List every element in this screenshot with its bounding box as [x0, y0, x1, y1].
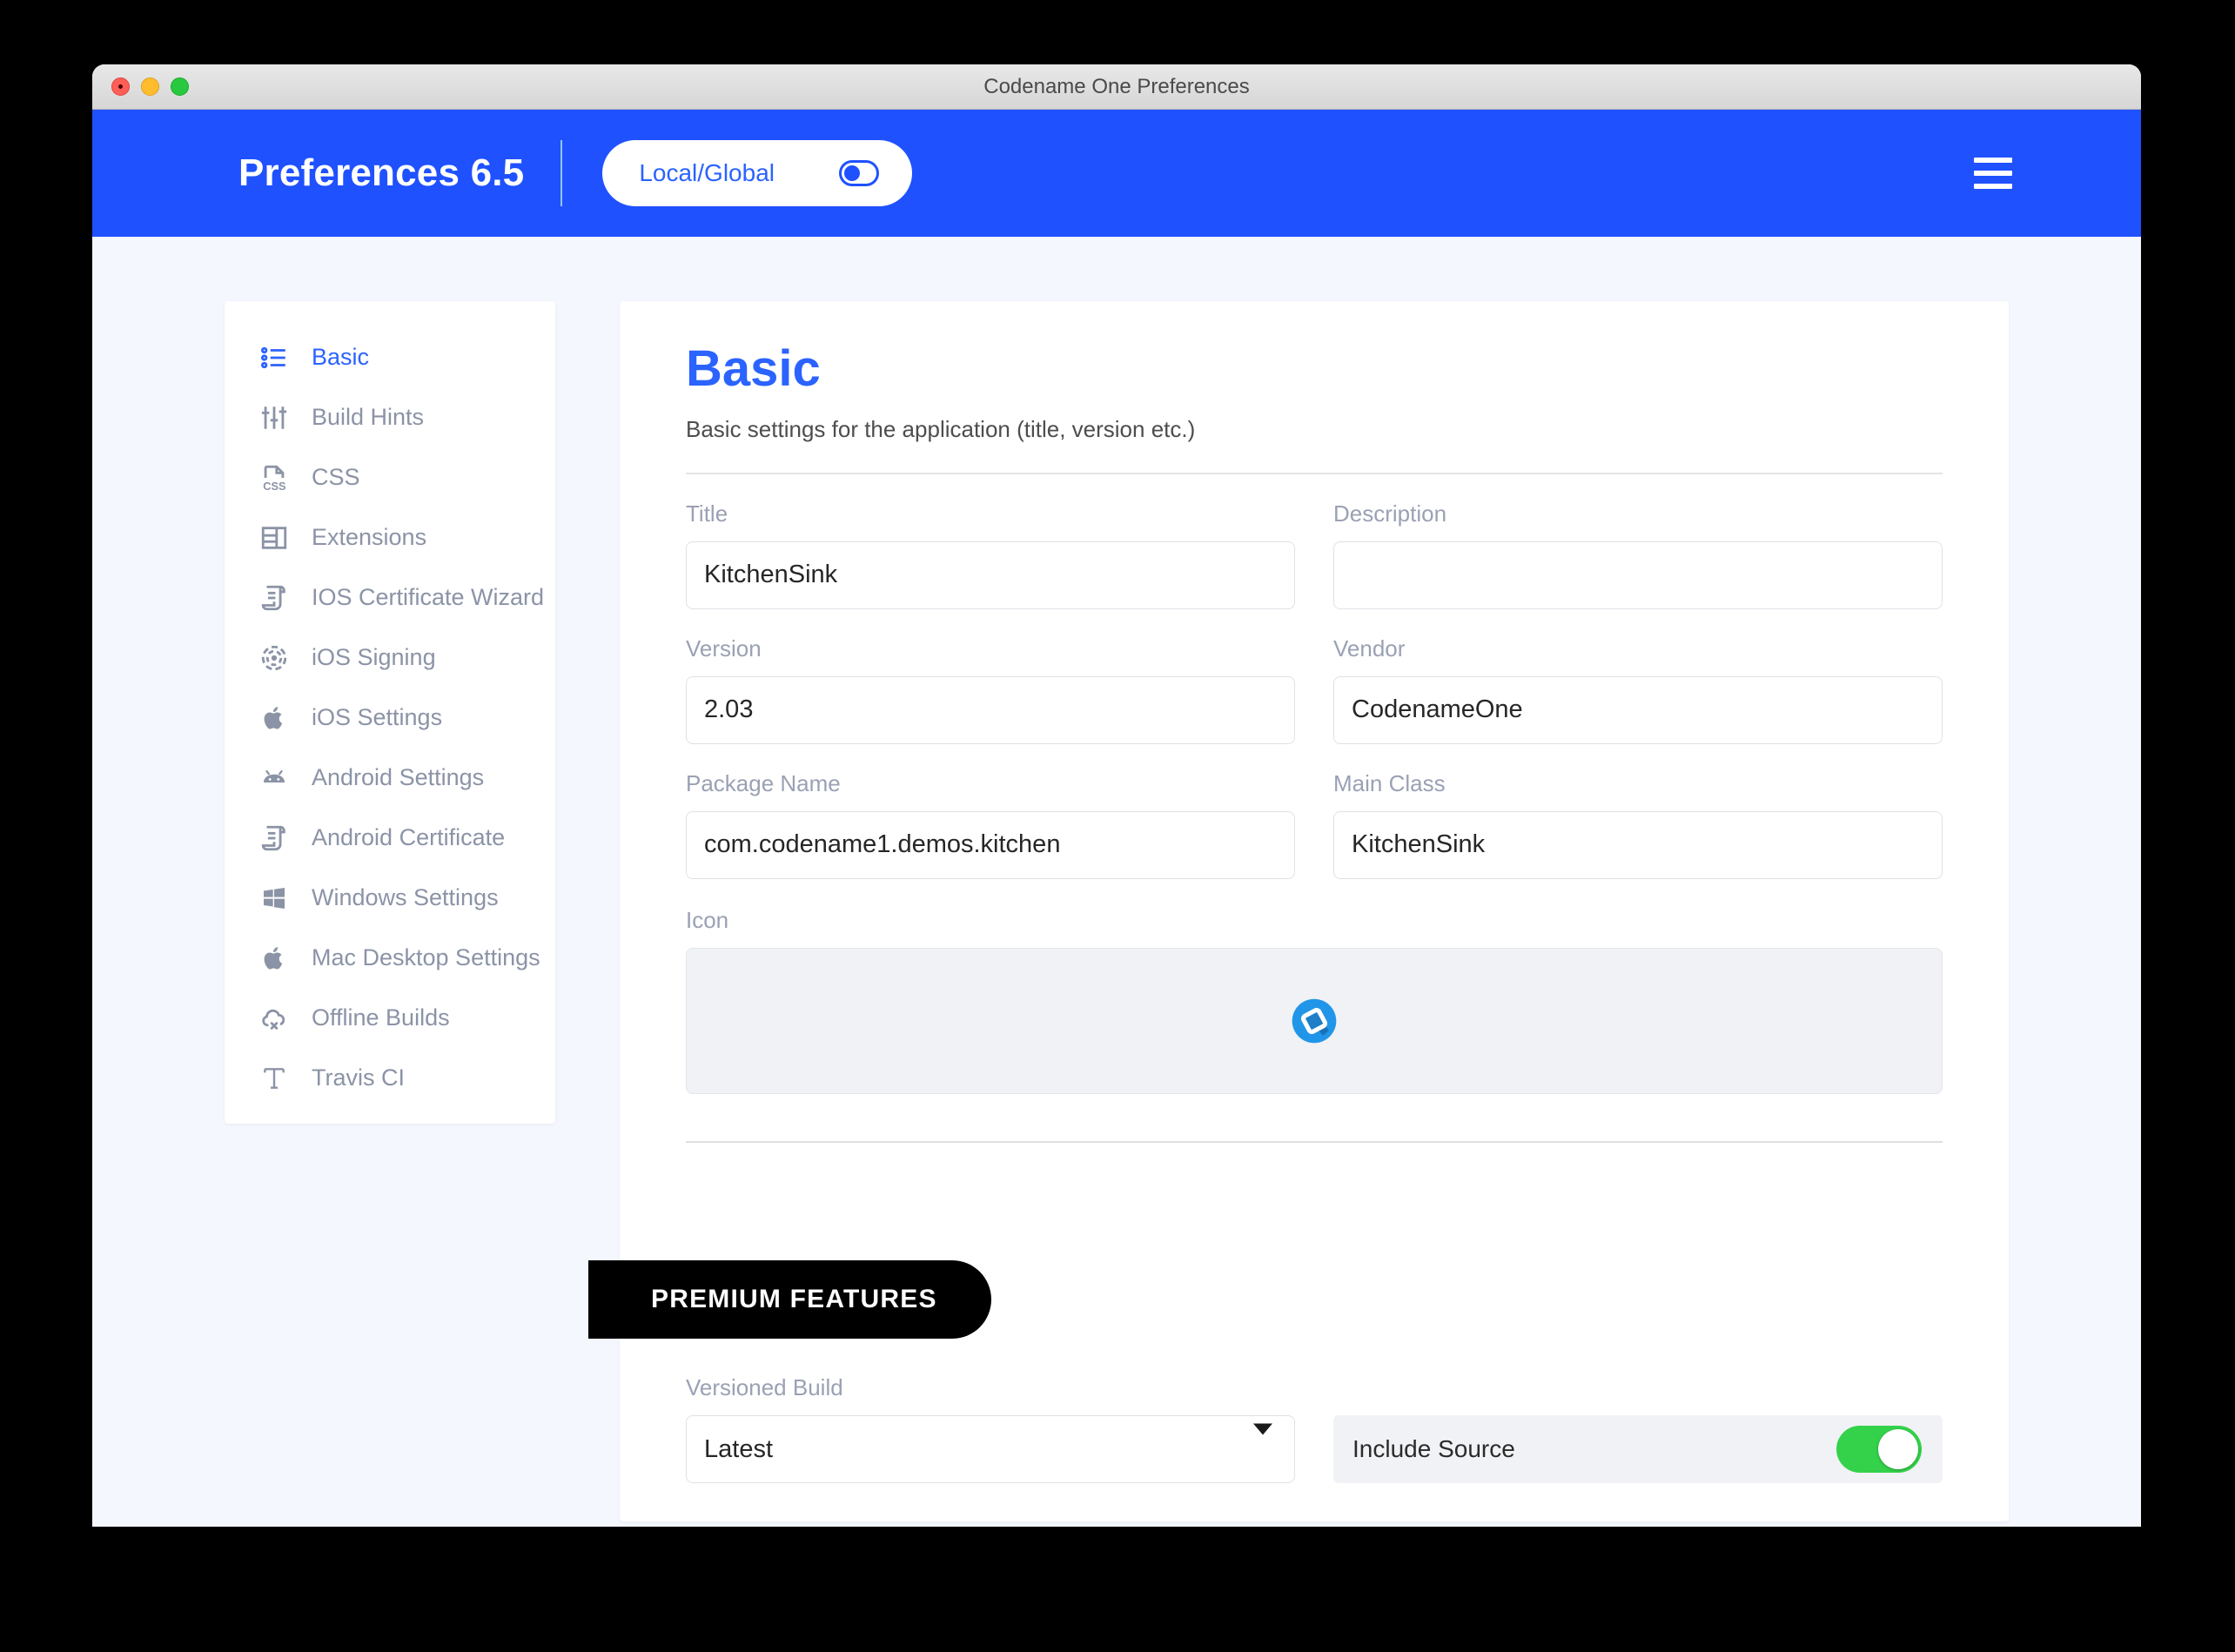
premium-rule	[686, 1140, 1943, 1143]
sidebar-item-travis-ci[interactable]: Travis CI	[225, 1048, 555, 1108]
sidebar-item-label: Mac Desktop Settings	[312, 944, 540, 970]
sidebar-item-css[interactable]: CSS CSS	[225, 447, 555, 507]
field-main-class: Main Class	[1333, 770, 1943, 879]
sidebar-item-android-certificate[interactable]: Android Certificate	[225, 808, 555, 868]
field-row-title-description: Title Description	[686, 500, 1943, 609]
field-versioned-build: Versioned Build Latest	[686, 1374, 1295, 1483]
field-title: Title	[686, 500, 1295, 609]
field-row-package-mainclass: Package Name Main Class	[686, 770, 1943, 879]
local-global-switch[interactable]	[839, 160, 880, 186]
versioned-build-select[interactable]: Latest	[686, 1415, 1295, 1483]
main-class-label: Main Class	[1333, 769, 1446, 796]
app-header-bar: Preferences 6.5 Local/Global	[92, 110, 2141, 237]
include-source-label: Include Source	[1352, 1435, 1515, 1462]
include-source-toggle[interactable]	[1836, 1426, 1922, 1473]
svg-text:CSS: CSS	[263, 480, 285, 493]
settings-panel: Basic Basic settings for the application…	[588, 301, 2009, 1521]
description-input[interactable]	[1333, 541, 1943, 609]
sidebar-item-label: Android Settings	[312, 764, 485, 790]
header-rule	[686, 472, 1943, 474]
premium-features-badge[interactable]: PREMIUM FEATURES	[588, 1260, 991, 1339]
sidebar-item-label: IOS Certificate Wizard	[312, 584, 545, 610]
app-window: Codename One Preferences Preferences 6.5…	[92, 64, 2141, 1527]
page-title: Basic	[686, 340, 821, 397]
versioned-build-value: Latest	[704, 1434, 773, 1463]
sidebar-item-label: CSS	[312, 464, 360, 490]
package-name-label: Package Name	[686, 769, 841, 796]
sidebar-item-label: Basic	[312, 344, 370, 370]
field-icon: Icon	[686, 907, 1943, 1094]
field-row-version-vendor: Version Vendor	[686, 635, 1943, 744]
sidebar-item-extensions[interactable]: Extensions	[225, 507, 555, 567]
icon-label: Icon	[686, 906, 729, 933]
field-version: Version	[686, 635, 1295, 744]
version-label: Version	[686, 635, 762, 661]
description-label: Description	[1333, 500, 1447, 527]
sidebar-item-label: iOS Settings	[312, 704, 443, 730]
certificate-scroll-icon	[256, 580, 292, 616]
sidebar-item-offline-builds[interactable]: Offline Builds	[225, 988, 555, 1048]
sidebar-item-build-hints[interactable]: Build Hints	[225, 387, 555, 447]
app-title: Preferences 6.5	[238, 151, 525, 194]
sidebar-item-ios-signing[interactable]: iOS Signing	[225, 628, 555, 688]
android-icon	[256, 760, 292, 796]
sidebar-item-label: Windows Settings	[312, 884, 499, 910]
certificate-scroll-icon	[256, 820, 292, 856]
windows-icon	[256, 880, 292, 917]
versioned-build-label: Versioned Build	[686, 1374, 843, 1400]
version-input[interactable]	[686, 675, 1295, 744]
local-global-toggle[interactable]: Local/Global	[602, 140, 913, 206]
main-class-input[interactable]	[1333, 810, 1943, 879]
css-file-icon: CSS	[256, 460, 292, 496]
window-title: Codename One Preferences	[983, 74, 1250, 98]
icon-drop-area[interactable]	[686, 947, 1943, 1094]
page-subtitle: Basic settings for the application (titl…	[686, 415, 1196, 442]
include-source-row[interactable]: Include Source	[1333, 1415, 1943, 1483]
sidebar-item-android-settings[interactable]: Android Settings	[225, 748, 555, 808]
sidebar-item-label: iOS Signing	[312, 644, 436, 670]
sidebar-nav: Basic Build Hints CSS CSS Extensions IOS…	[225, 301, 555, 1124]
vendor-label: Vendor	[1333, 635, 1406, 661]
field-package-name: Package Name	[686, 770, 1295, 879]
header-divider	[560, 140, 563, 206]
sidebar-item-ios-settings[interactable]: iOS Settings	[225, 688, 555, 748]
codename-one-logo-icon	[1292, 998, 1337, 1044]
premium-features-row: Versioned Build Latest Include Source	[686, 1374, 1943, 1483]
apple-icon	[256, 940, 292, 977]
apple-icon	[256, 700, 292, 736]
sidebar-item-basic[interactable]: Basic	[225, 327, 555, 387]
window-title-bar: Codename One Preferences	[92, 64, 2141, 110]
title-input[interactable]	[686, 541, 1295, 609]
travis-ci-icon	[256, 1060, 292, 1097]
sidebar-item-label: Build Hints	[312, 404, 425, 430]
local-global-label: Local/Global	[639, 159, 775, 186]
fingerprint-icon	[256, 640, 292, 676]
package-name-input[interactable]	[686, 810, 1295, 879]
sidebar-item-label: Android Certificate	[312, 824, 506, 850]
sidebar-item-windows-settings[interactable]: Windows Settings	[225, 868, 555, 928]
list-settings-icon	[256, 339, 292, 376]
sidebar-item-ios-certificate-wizard[interactable]: IOS Certificate Wizard	[225, 567, 555, 628]
cloud-off-icon	[256, 1000, 292, 1037]
include-source-wrap: Include Source	[1333, 1374, 1943, 1483]
sidebar-item-mac-desktop-settings[interactable]: Mac Desktop Settings	[225, 928, 555, 988]
content-area: Basic Build Hints CSS CSS Extensions IOS…	[92, 237, 2141, 1527]
sidebar-item-label: Travis CI	[312, 1064, 405, 1091]
sidebar-item-label: Offline Builds	[312, 1004, 450, 1031]
field-description: Description	[1333, 500, 1943, 609]
sidebar-item-label: Extensions	[312, 524, 427, 550]
extensions-icon	[256, 520, 292, 556]
hamburger-menu-icon[interactable]	[1974, 158, 2012, 189]
vendor-input[interactable]	[1333, 675, 1943, 744]
field-vendor: Vendor	[1333, 635, 1943, 744]
sliders-icon	[256, 400, 292, 436]
title-label: Title	[686, 500, 728, 527]
